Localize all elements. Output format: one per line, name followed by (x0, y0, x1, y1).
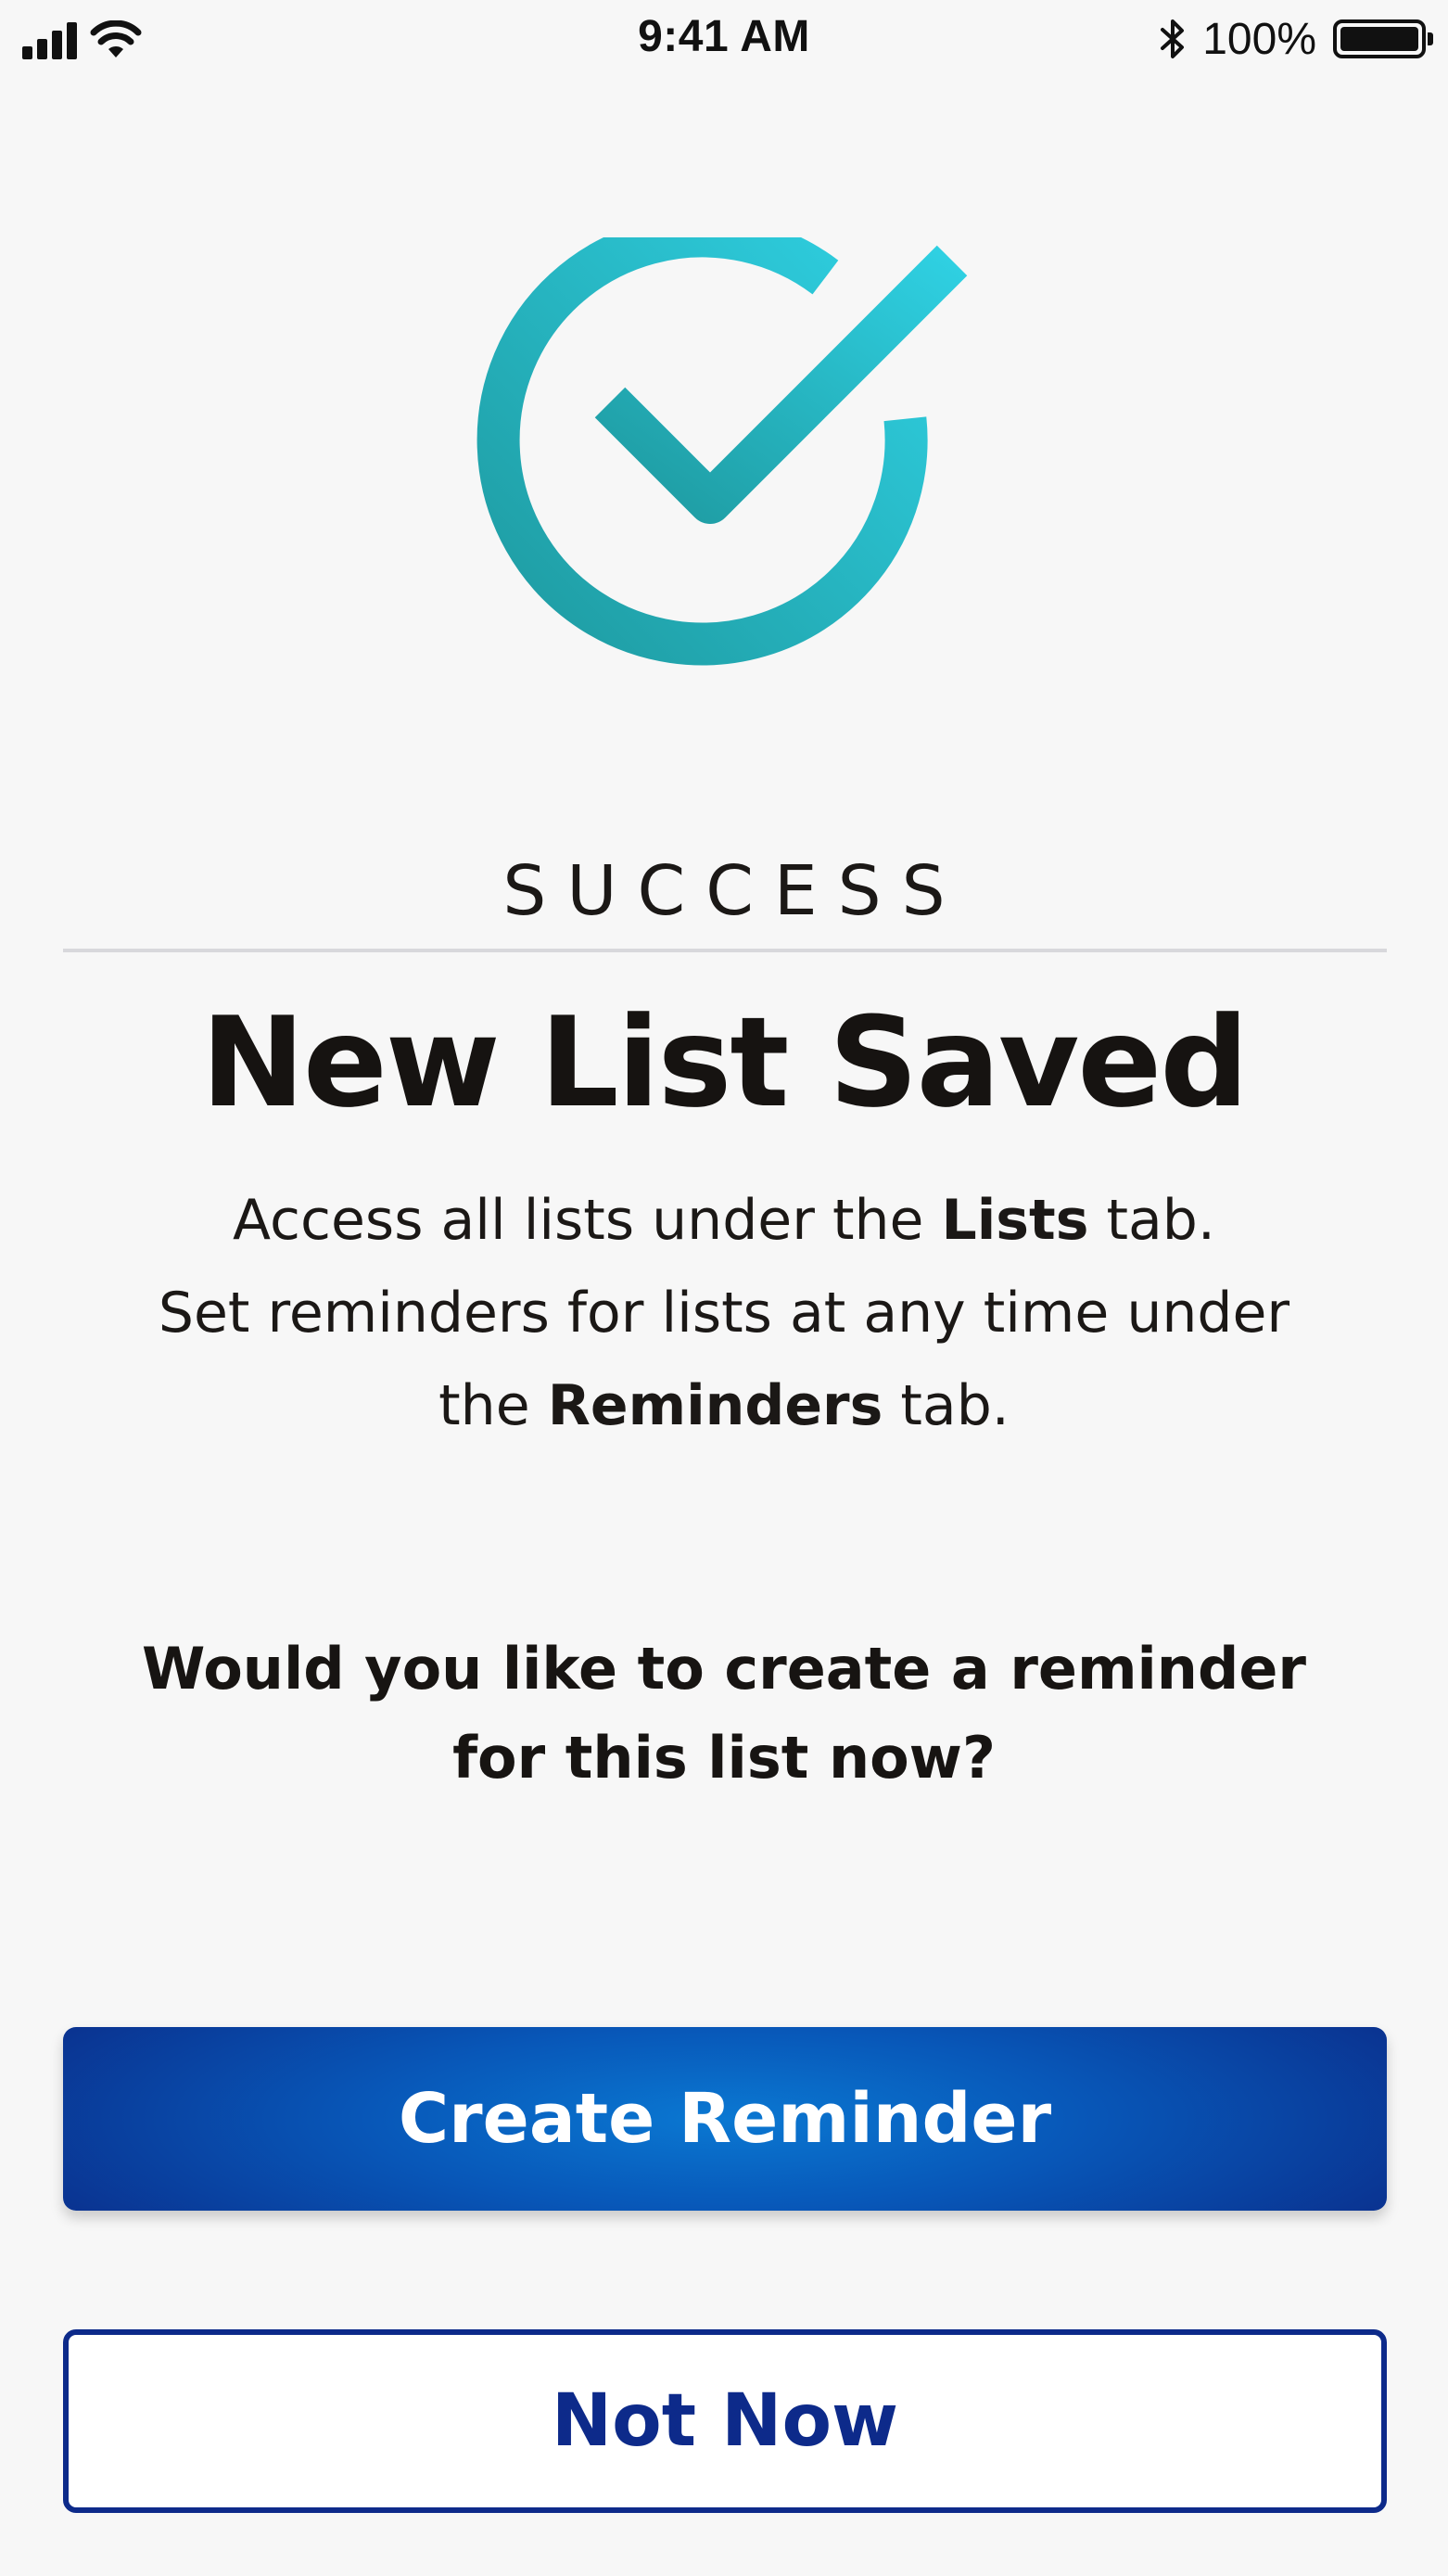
reminder-prompt-line-1: Would you like to create a reminder (142, 1635, 1306, 1702)
battery-fill (1340, 27, 1418, 51)
divider (63, 949, 1387, 952)
create-reminder-button[interactable]: Create Reminder (63, 2027, 1387, 2211)
description-line-1: Access all lists under the Lists tab. (233, 1188, 1215, 1253)
success-label: SUCCESS (502, 851, 966, 931)
description-line-3: the Reminders tab. (438, 1373, 1010, 1438)
success-screen: 9:41 AM 100% SUCCESS New List Saved Acce… (0, 0, 1448, 2576)
battery-percent: 100% (1202, 14, 1316, 64)
status-bar: 9:41 AM 100% (0, 0, 1448, 83)
battery-nub (1428, 32, 1433, 45)
reminder-prompt: Would you like to create a reminder for … (111, 1625, 1337, 1803)
description-text: Access all lists under the Lists tab. Se… (111, 1174, 1337, 1452)
lists-tab-mention: Lists (941, 1188, 1089, 1253)
reminders-tab-mention: Reminders (547, 1373, 883, 1438)
reminder-prompt-line-2: for this list now? (452, 1724, 996, 1792)
page-title: New List Saved (200, 990, 1249, 1135)
check-circle-icon (476, 237, 968, 666)
description-line-2: Set reminders for lists at any time unde… (158, 1281, 1290, 1345)
bluetooth-icon (1161, 19, 1185, 58)
not-now-button[interactable]: Not Now (63, 2329, 1387, 2513)
battery-icon (1333, 19, 1433, 58)
status-bar-right: 100% (1160, 13, 1433, 65)
